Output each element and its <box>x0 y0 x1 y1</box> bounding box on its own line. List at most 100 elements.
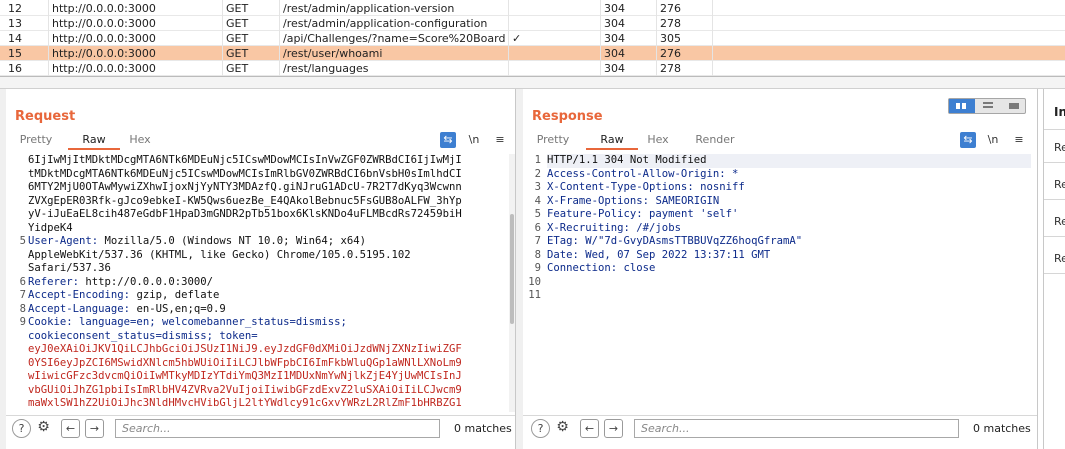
code-line: X-Frame-Options: SAMEORIGIN <box>547 195 1031 209</box>
code-line: X-Content-Type-Options: nosniff <box>547 181 1031 195</box>
forward-icon[interactable]: → <box>604 419 623 438</box>
settings-icon[interactable]: ⚙ <box>553 419 572 438</box>
header-value: gzip, deflate <box>130 289 220 301</box>
header-value: ZVXgEpER03Rfk-gJco9ebkeI-KW5Qws6uezBe_E4… <box>28 194 462 207</box>
divider <box>1044 162 1065 163</box>
header-value: en-US,en;q=0.9 <box>130 302 226 315</box>
cell-status: 304 <box>604 62 625 75</box>
newline-toggle[interactable]: \n <box>983 132 1003 148</box>
response-title: Response <box>532 109 603 124</box>
line-number: 6 <box>534 221 541 234</box>
code-line: Accept-Language: en-US,en;q=0.9 <box>28 303 508 317</box>
column-divider <box>48 0 49 76</box>
header-value: HTTP/1.1 304 Not Modified <box>547 154 707 166</box>
single-view-icon[interactable] <box>1001 99 1027 113</box>
split-vertical-view-icon[interactable] <box>975 99 1001 113</box>
scroll-thumb[interactable] <box>510 214 514 324</box>
forward-icon[interactable]: → <box>85 419 104 438</box>
cell-num: 15 <box>8 47 22 60</box>
header-value: 0YSI6eyJpZCI6MSwidXNlcm5hbWUiOiIiLCJlbWF… <box>28 356 462 369</box>
pane-splitter[interactable] <box>0 77 1065 89</box>
header-value: * <box>725 167 739 180</box>
cell-status: 304 <box>604 47 625 60</box>
header-value: W/"7d-GvyDAsmsTTBBUVqZZ6hoqGframA" <box>578 235 803 247</box>
table-row[interactable]: 15 http://0.0.0.0:3000 GET/rest/user/whoam… <box>0 46 1065 61</box>
cell-params: ✓ <box>512 32 522 45</box>
tab-hex[interactable]: Hex <box>640 132 676 150</box>
response-code: HTTP/1.1 304 Not Modified Access-Control-… <box>547 154 1031 412</box>
request-scrollbar[interactable] <box>509 154 515 412</box>
inspector-item[interactable]: Re <box>1054 215 1065 228</box>
panel-divider[interactable] <box>516 89 523 449</box>
request-matches: 0 matches <box>454 422 512 435</box>
tab-render[interactable]: Render <box>693 132 737 150</box>
header-name: User-Agent: <box>28 235 99 247</box>
table-row[interactable]: 16 http://0.0.0.0:3000 GET/rest/languages 3… <box>0 61 1065 76</box>
code-line: 0YSI6eyJpZCI6MSwidXNlcm5hbWUiOiIiLCJlbWF… <box>28 357 508 371</box>
help-icon[interactable]: ? <box>531 419 550 438</box>
help-icon[interactable]: ? <box>12 419 31 438</box>
tab-raw[interactable]: Raw <box>586 132 638 150</box>
inspector-item[interactable]: Re <box>1054 141 1065 154</box>
tab-raw[interactable]: Raw <box>68 132 120 150</box>
wrap-lines-icon[interactable]: ⇆ <box>440 132 456 148</box>
back-icon[interactable]: ← <box>61 419 80 438</box>
header-value: nosniff <box>693 181 745 193</box>
hamburger-menu-icon[interactable]: ≡ <box>1011 132 1027 148</box>
split-horizontal-view-icon[interactable] <box>949 99 975 113</box>
newline-toggle[interactable]: \n <box>464 132 484 148</box>
header-value: Wed, 07 Sep 2022 13:37:11 GMT <box>578 248 771 261</box>
cell-method: GET <box>226 17 249 30</box>
tab-pretty[interactable]: Pretty <box>533 132 573 150</box>
request-search-input[interactable]: Search... <box>115 419 440 438</box>
header-value: maWxlSW1hZ2UiOiJhc3NldHMvcHVibGljL2ltYWd… <box>28 397 462 409</box>
line-number: 7 <box>534 235 541 247</box>
code-line: Feature-Policy: payment 'self' <box>547 208 1031 222</box>
inspector-title: Ins <box>1054 105 1065 119</box>
cell-url: /rest/admin/application-version <box>283 2 455 15</box>
request-bottom-bar: ? ⚙ ← → Search... 0 matches <box>6 415 515 439</box>
table-row[interactable]: 12 http://0.0.0.0:3000 GET/rest/admin/appl… <box>0 1 1065 16</box>
response-search-input[interactable]: Search... <box>634 419 959 438</box>
header-value: YidpeK4 <box>28 221 73 234</box>
settings-icon[interactable]: ⚙ <box>34 419 53 438</box>
code-line: maWxlSW1hZ2UiOiJhc3NldHMvcHVibGljL2ltYWd… <box>28 397 508 411</box>
cell-length: 278 <box>660 62 681 75</box>
request-editor[interactable]: 5 6789 6IjIwMjItMDktMDcgMTA6NTk6MDEuNjc5I… <box>6 154 508 412</box>
code-line: Cookie: language=en; welcomebanner_statu… <box>28 316 508 330</box>
cell-length: 276 <box>660 2 681 15</box>
back-icon[interactable]: ← <box>580 419 599 438</box>
code-line: eyJ0eXAiOiJKV1QiLCJhbGciOiJSUzI1NiJ9.eyJ… <box>28 343 508 357</box>
header-name: Access-Control-Allow-Origin: <box>547 167 726 180</box>
request-title: Request <box>15 109 76 124</box>
header-value: Safari/537.36 <box>28 262 111 274</box>
line-number: 10 <box>528 275 541 288</box>
header-name: X-Frame-Options: <box>547 194 650 207</box>
inspector-item[interactable]: Re <box>1054 178 1065 191</box>
header-name: Cookie: <box>28 316 73 328</box>
header-value: vbGUiOiJhZG1pbiIsImRlbHV4ZVRva2VuIjoiIiw… <box>28 383 462 396</box>
header-value: Mozilla/5.0 (Windows NT 10.0; Win64; x64… <box>98 235 367 247</box>
cell-url: /rest/admin/application-configuration <box>283 17 488 30</box>
tab-pretty[interactable]: Pretty <box>16 132 56 150</box>
code-line: wIiwicGFzc3dvcmQiOiIwMTkyMDIzYTdiYmQ3MzI… <box>28 370 508 384</box>
header-value: yV-iJuEaEL8cih487eGdbF1HpaD3mGNDR2pTb51b… <box>28 208 462 220</box>
hamburger-menu-icon[interactable]: ≡ <box>492 132 508 148</box>
table-row[interactable]: 13 http://0.0.0.0:3000 GET/rest/admin/appl… <box>0 16 1065 31</box>
line-number <box>6 384 26 398</box>
table-row[interactable]: 14 http://0.0.0.0:3000 GET/api/Challenges/… <box>0 31 1065 46</box>
header-value: language=en; welcomebanner_status=dismis… <box>72 316 347 328</box>
header-name: Accept-Language: <box>28 302 131 315</box>
cell-length: 276 <box>660 47 681 60</box>
inspector-item[interactable]: Re <box>1054 252 1065 265</box>
header-name: ETag: <box>547 235 579 247</box>
response-editor[interactable]: 1 2 3 4 5 6 7 8 9 10 11 HTTP/1.1 304 Not Modified A… <box>523 154 1031 412</box>
code-line: AppleWebKit/537.36 (KHTML, like Gecko) C… <box>28 249 508 263</box>
tab-hex[interactable]: Hex <box>122 132 158 150</box>
code-line: yV-iJuEaEL8cih487eGdbF1HpaD3mGNDR2pTb51b… <box>28 208 508 222</box>
code-line: ETag: W/"7d-GvyDAsmsTTBBUVqZZ6hoqGframA" <box>547 235 1031 249</box>
inspector-panel: Ins Re Re Re Re <box>1043 89 1065 449</box>
line-number: 2 <box>534 167 541 180</box>
wrap-lines-icon[interactable]: ⇆ <box>960 132 976 148</box>
